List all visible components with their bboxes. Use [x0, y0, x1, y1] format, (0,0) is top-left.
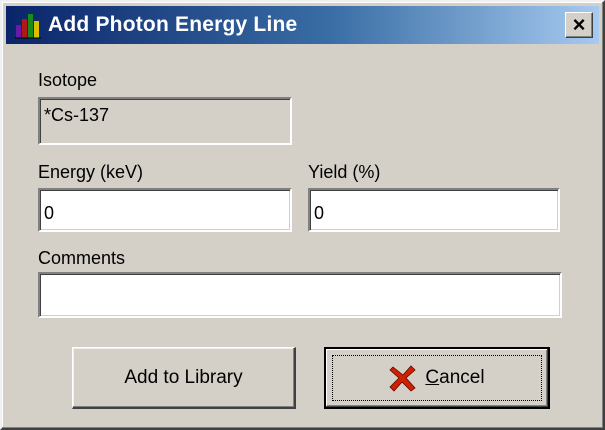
comments-label: Comments	[38, 248, 126, 268]
red-x-icon	[389, 365, 417, 392]
close-button[interactable]: ×	[565, 12, 593, 38]
energy-input[interactable]	[38, 188, 292, 232]
isotope-value: *Cs-137	[44, 105, 110, 125]
bar-chart-icon	[15, 14, 41, 39]
energy-label: Energy (keV)	[38, 162, 144, 182]
comments-input[interactable]	[38, 272, 562, 318]
window-title: Add Photon Energy Line	[48, 13, 298, 36]
cancel-label: ancel	[439, 367, 485, 388]
cancel-mnemonic: C	[425, 367, 440, 388]
cancel-button[interactable]: Cancel	[324, 347, 550, 409]
title-bar[interactable]: Add Photon Energy Line ×	[6, 6, 599, 44]
add-to-library-button[interactable]: Add to Library	[72, 347, 296, 409]
yield-label: Yield (%)	[308, 162, 381, 182]
add-to-library-label: Add to Library	[124, 366, 243, 388]
isotope-field: *Cs-137	[38, 97, 292, 145]
isotope-label: Isotope	[38, 70, 98, 90]
close-icon: ×	[572, 12, 586, 37]
yield-input[interactable]	[308, 188, 560, 232]
dialog-window: Add Photon Energy Line × Isotope *Cs-137…	[0, 0, 605, 430]
